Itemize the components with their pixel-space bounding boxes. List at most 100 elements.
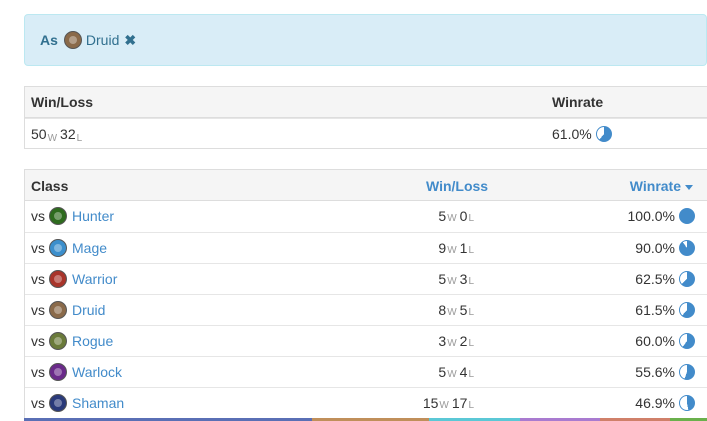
wins-suffix: W bbox=[47, 133, 58, 144]
header-class: Class bbox=[31, 178, 69, 194]
class-table-header: Class Win/Loss Winrate bbox=[25, 170, 707, 201]
class-link[interactable]: Warlock bbox=[72, 364, 122, 380]
row-wins: 5 bbox=[438, 364, 447, 380]
vs-label: vs bbox=[31, 395, 45, 411]
wins-suffix: W bbox=[447, 212, 457, 224]
vs-label: vs bbox=[31, 364, 45, 380]
row-winrate-value: 100.0% bbox=[627, 208, 675, 224]
summary-wins: 50 bbox=[31, 126, 47, 142]
losses-suffix: L bbox=[76, 133, 83, 144]
table-row: vs Druid 8 W 5 L 61.5% bbox=[25, 294, 707, 325]
table-row: vs Hunter 5 W 0 L 100.0% bbox=[25, 201, 707, 232]
vs-label: vs bbox=[31, 333, 45, 349]
vs-label: vs bbox=[31, 271, 45, 287]
row-winrate: 62.5% bbox=[635, 264, 695, 294]
class-link[interactable]: Hunter bbox=[72, 208, 114, 224]
winrate-pie-icon bbox=[679, 271, 695, 287]
losses-suffix: L bbox=[468, 337, 474, 349]
winrate-pie-icon bbox=[679, 395, 695, 411]
table-row: vs Rogue 3 W 2 L 60.0% bbox=[25, 325, 707, 356]
row-winrate-value: 62.5% bbox=[635, 271, 675, 287]
summary-table: Win/Loss Winrate 50W 32L 61.0% bbox=[24, 86, 707, 149]
mage-icon bbox=[49, 239, 67, 257]
winrate-pie-icon bbox=[679, 208, 695, 224]
class-link[interactable]: Warrior bbox=[72, 271, 117, 287]
row-winrate-value: 60.0% bbox=[635, 333, 675, 349]
winrate-pie-icon bbox=[679, 240, 695, 256]
warrior-icon bbox=[49, 270, 67, 288]
winrate-pie-icon bbox=[679, 333, 695, 349]
row-losses: 2 bbox=[459, 333, 468, 349]
row-class: vs Warrior bbox=[31, 264, 117, 294]
row-winrate-value: 55.6% bbox=[635, 364, 675, 380]
hunter-icon bbox=[49, 207, 67, 225]
row-wins: 5 bbox=[438, 271, 447, 287]
row-class: vs Druid bbox=[31, 295, 105, 325]
losses-suffix: L bbox=[468, 212, 474, 224]
wins-suffix: W bbox=[447, 275, 457, 287]
class-link[interactable]: Druid bbox=[72, 302, 105, 318]
row-winrate: 90.0% bbox=[635, 233, 695, 263]
class-breakdown-table: Class Win/Loss Winrate vs Hunter 5 W 0 L 100.0… bbox=[24, 169, 707, 420]
winrate-pie-icon bbox=[679, 302, 695, 318]
class-link[interactable]: Rogue bbox=[72, 333, 113, 349]
vs-label: vs bbox=[31, 302, 45, 318]
row-winloss: 3W2L bbox=[438, 326, 477, 356]
row-wins: 8 bbox=[438, 302, 447, 318]
row-losses: 3 bbox=[459, 271, 468, 287]
row-class: vs Warlock bbox=[31, 357, 122, 387]
losses-suffix: L bbox=[468, 368, 474, 380]
class-filter-bar: As Druid ✖ bbox=[24, 14, 707, 66]
druid-icon bbox=[63, 31, 82, 49]
row-losses: 17 bbox=[451, 395, 468, 411]
table-row: vs Mage 9 W 1 L 90.0% bbox=[25, 232, 707, 263]
wins-suffix: W bbox=[439, 399, 449, 411]
row-winrate: 60.0% bbox=[635, 326, 695, 356]
class-link[interactable]: Mage bbox=[72, 240, 107, 256]
sort-desc-icon bbox=[685, 184, 693, 190]
rogue-icon bbox=[49, 332, 67, 350]
header-winrate-sort[interactable]: Winrate bbox=[630, 178, 693, 194]
filter-prefix: As bbox=[40, 32, 58, 48]
row-losses: 4 bbox=[459, 364, 468, 380]
summary-losses: 32 bbox=[60, 126, 76, 142]
summary-header: Win/Loss Winrate bbox=[25, 87, 707, 118]
row-winloss: 15 W 17 L bbox=[423, 388, 477, 418]
wins-suffix: W bbox=[447, 337, 457, 349]
losses-suffix: L bbox=[468, 244, 474, 256]
losses-suffix: L bbox=[468, 399, 474, 411]
table-row: vs Shaman 15 W 17 L 46.9% bbox=[25, 387, 707, 418]
row-losses: 5 bbox=[459, 302, 468, 318]
row-class: vs Shaman bbox=[31, 388, 124, 418]
row-winrate: 46.9% bbox=[635, 388, 695, 418]
winrate-pie-icon bbox=[679, 364, 695, 380]
row-winrate: 100.0% bbox=[628, 201, 695, 231]
row-class: vs Mage bbox=[31, 233, 107, 263]
row-winloss: 9W1L bbox=[438, 233, 477, 263]
row-wins: 5 bbox=[438, 208, 447, 224]
winrate-pie-icon bbox=[595, 126, 612, 142]
summary-winrate-value: 61.0% bbox=[552, 126, 592, 142]
row-winrate-value: 61.5% bbox=[635, 302, 675, 318]
row-losses: 1 bbox=[459, 240, 468, 256]
wins-suffix: W bbox=[447, 244, 457, 256]
summary-winrate: 61.0% bbox=[552, 126, 612, 142]
vs-label: vs bbox=[31, 240, 45, 256]
row-wins: 15 bbox=[422, 395, 439, 411]
shaman-icon bbox=[49, 394, 67, 412]
summary-row: 50W 32L 61.0% bbox=[25, 118, 707, 149]
row-wins: 3 bbox=[438, 333, 447, 349]
summary-winloss: 50W 32L bbox=[31, 126, 85, 144]
header-winloss-sort[interactable]: Win/Loss bbox=[426, 178, 488, 194]
row-class: vs Hunter bbox=[31, 201, 114, 231]
row-winloss: 5W3L bbox=[438, 264, 477, 294]
remove-filter-icon[interactable]: ✖ bbox=[124, 32, 136, 49]
class-link[interactable]: Shaman bbox=[72, 395, 124, 411]
filter-class-name: Druid bbox=[85, 32, 120, 48]
row-winrate-value: 90.0% bbox=[635, 240, 675, 256]
table-row: vs Warlock 5 W 4 L 55.6% bbox=[25, 356, 707, 387]
warlock-icon bbox=[49, 363, 67, 381]
table-row: vs Warrior 5 W 3 L 62.5% bbox=[25, 263, 707, 294]
row-class: vs Rogue bbox=[31, 326, 113, 356]
druid-icon bbox=[49, 301, 67, 319]
